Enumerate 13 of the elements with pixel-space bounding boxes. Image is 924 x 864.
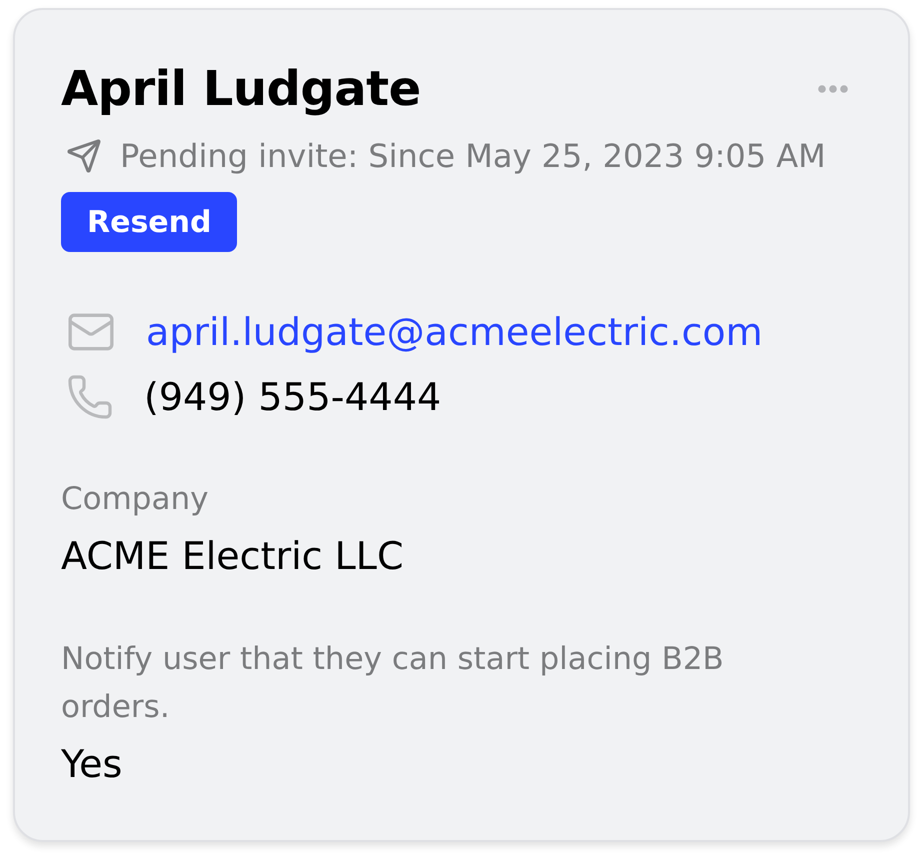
phone-icon [66, 373, 114, 421]
invite-status: Pending invite: Since May 25, 2023 9:05 AM [120, 137, 826, 175]
field-label: Company [61, 480, 208, 519]
more-icon [818, 85, 848, 93]
field-value: Yes [61, 741, 122, 787]
phone-number: (949) 555-4444 [144, 375, 442, 419]
send-icon [66, 138, 102, 174]
email-link[interactable]: april.ludgate@acmeelectric.com [146, 310, 763, 354]
contact-name: April Ludgate [61, 60, 421, 118]
field-label: Notify user that they can start placing B2B orders. [61, 640, 725, 727]
field-value: ACME Electric LLC [61, 533, 404, 579]
more-button[interactable] [818, 84, 848, 94]
resend-button[interactable]: Resend [61, 192, 238, 252]
